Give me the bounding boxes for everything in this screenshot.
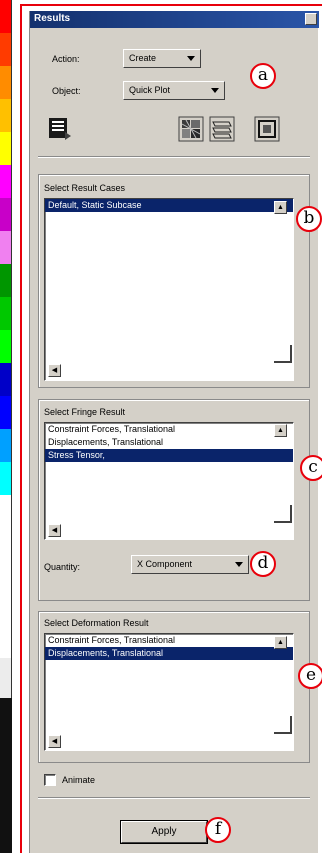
list-item[interactable]: Constraint Forces, Translational [45,423,293,436]
quantity-label: Quantity: [44,562,81,572]
frame-plot-icon[interactable] [254,116,280,142]
result-cases-title: Select Result Cases [44,183,126,193]
callout-a: a [250,63,276,89]
fringe-title: Select Fringe Result [44,407,126,417]
scroll-left-button[interactable]: ◀ [48,364,61,377]
color-band [0,462,11,495]
color-band [0,396,11,429]
resize-grip[interactable] [274,716,292,734]
action-dropdown[interactable]: Create [123,49,201,68]
color-band [0,165,11,198]
color-band [0,264,11,297]
list-item[interactable]: Default, Static Subcase [45,199,293,212]
scroll-up-button[interactable]: ▲ [274,636,287,649]
fringe-results-list[interactable]: Constraint Forces, Translational Displace… [44,422,294,540]
list-item[interactable]: Displacements, Translational [45,436,293,449]
panel-titlebar: Results [30,11,319,28]
quantity-dropdown[interactable]: X Component [131,555,249,574]
callout-d: d [250,551,276,577]
resize-grip[interactable] [274,505,292,523]
color-band [0,429,11,462]
object-label: Object: [52,86,81,96]
apply-button[interactable]: Apply [120,820,208,844]
color-band [0,330,11,363]
result-list-icon[interactable] [47,116,73,142]
callout-b: b [296,206,322,232]
color-band [0,495,11,528]
object-value: Quick Plot [129,85,171,95]
panel-title: Results [34,13,71,24]
strip-caption [0,658,11,698]
strip-dark-region [0,698,12,853]
color-band [0,198,11,231]
quantity-value: X Component [137,559,193,569]
chevron-down-icon [211,88,219,93]
color-band [0,231,11,264]
resize-grip[interactable] [274,345,292,363]
animate-checkbox[interactable] [44,774,56,786]
titlebar-button[interactable] [305,13,317,25]
result-cases-list[interactable]: Default, Static Subcase [44,198,294,381]
object-dropdown[interactable]: Quick Plot [123,81,225,100]
color-band [0,99,11,132]
separator [38,156,310,158]
deformation-results-list[interactable]: Constraint Forces, Translational Displace… [44,633,294,751]
separator [38,797,310,799]
deformation-title: Select Deformation Result [44,618,149,628]
scroll-left-button[interactable]: ◀ [48,524,61,537]
fringe-color-strip [0,0,12,698]
color-band [0,132,11,165]
chevron-down-icon [187,56,195,61]
callout-e: e [298,663,322,689]
callout-f: f [205,817,231,843]
color-band [0,297,11,330]
list-item[interactable]: Displacements, Translational [45,647,293,660]
fringe-plot-icon[interactable] [178,116,204,142]
deformation-plot-icon[interactable] [209,116,235,142]
results-panel: Results Action: Create Object: Quick Plo… [29,11,322,853]
animate-label: Animate [62,775,96,785]
list-item[interactable]: Stress Tensor, [45,449,293,462]
color-band [0,363,11,396]
scroll-left-button[interactable]: ◀ [48,735,61,748]
list-item[interactable]: Constraint Forces, Translational [45,634,293,647]
chevron-down-icon [235,562,243,567]
scroll-up-button[interactable]: ▲ [274,201,287,214]
scroll-up-button[interactable]: ▲ [274,424,287,437]
action-value: Create [129,53,157,63]
callout-c: c [300,455,322,481]
action-label: Action: [52,54,80,64]
color-band [0,0,11,33]
color-band [0,66,11,99]
color-band [0,33,11,66]
